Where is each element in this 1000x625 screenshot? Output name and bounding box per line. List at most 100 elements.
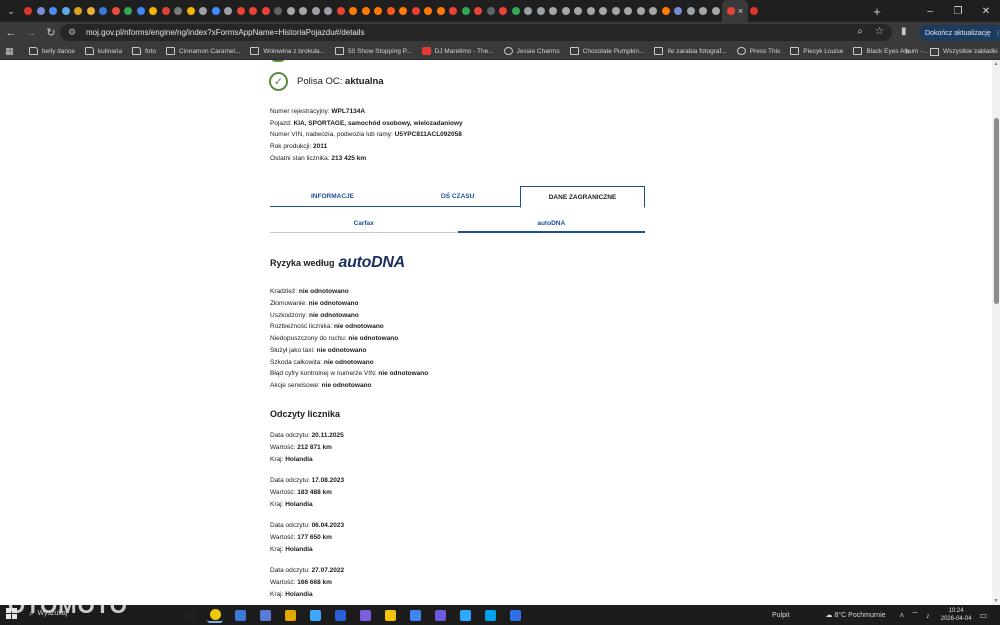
volume-icon[interactable]: ♪ (926, 611, 930, 620)
browser-tab[interactable] (47, 0, 60, 22)
tab-close-icon[interactable]: × (738, 6, 743, 16)
bookmark-item[interactable]: Black Eyes Album -... (853, 43, 928, 60)
browser-tab[interactable] (685, 0, 698, 22)
browser-tab[interactable] (460, 0, 473, 22)
extensions-icon[interactable]: ▮ (901, 26, 907, 37)
update-button[interactable]: Dokończ aktualizację ⋮ (919, 25, 1000, 41)
browser-tab[interactable] (172, 0, 185, 22)
browser-tab[interactable] (210, 0, 223, 22)
new-tab-button[interactable]: + (868, 4, 886, 19)
address-bar[interactable]: ⚙ moj.gov.pl/nforms/engine/ng/index?xFor… (60, 24, 892, 41)
browser-tab[interactable] (335, 0, 348, 22)
tab-informacje[interactable]: INFORMACJE (270, 186, 395, 207)
bookmark-item[interactable]: Ile zarabia fotograf... (654, 43, 727, 60)
taskbar-search[interactable]: ⌕ Wyszukaj (29, 609, 67, 619)
weather-widget[interactable]: ☁ 8°C Pochmurnie (826, 611, 886, 619)
browser-tab[interactable] (710, 0, 723, 22)
browser-tab[interactable] (435, 0, 448, 22)
browser-tab[interactable] (35, 0, 48, 22)
bookmark-item[interactable]: 50 Show Stopping P... (335, 43, 412, 60)
subtab-autodna[interactable]: autoDNA (457, 215, 645, 233)
browser-tab[interactable] (485, 0, 498, 22)
bookmark-star-icon[interactable]: ☆ (875, 26, 884, 37)
browser-tab[interactable] (347, 0, 360, 22)
browser-tab[interactable] (522, 0, 535, 22)
browser-tab[interactable] (585, 0, 598, 22)
bookmark-item[interactable]: foto (132, 43, 156, 60)
address-url[interactable]: moj.gov.pl/nforms/engine/ng/index?xForms… (86, 28, 364, 37)
browser-tab[interactable] (122, 0, 135, 22)
all-bookmarks-button[interactable]: Wszystkie zakładki (930, 43, 998, 60)
browser-tab[interactable] (22, 0, 35, 22)
close-window-button[interactable]: ✕ (972, 6, 1000, 17)
desktop-label[interactable]: Pulpit (772, 612, 790, 619)
browser-tab[interactable] (748, 0, 761, 22)
browser-tab[interactable] (672, 0, 685, 22)
browser-tab[interactable] (610, 0, 623, 22)
bookmark-item[interactable]: Wołowina z brokuła... (250, 43, 325, 60)
bookmarks-overflow-button[interactable]: » (905, 46, 910, 56)
maximize-button[interactable]: ❐ (944, 6, 972, 17)
browser-tab[interactable] (422, 0, 435, 22)
browser-tab[interactable] (372, 0, 385, 22)
browser-tab[interactable] (310, 0, 323, 22)
browser-tab[interactable] (622, 0, 635, 22)
browser-tab[interactable] (560, 0, 573, 22)
bookmark-item[interactable]: Piecyk Louise (790, 43, 843, 60)
browser-tab[interactable] (572, 0, 585, 22)
minimize-button[interactable]: – (916, 6, 944, 17)
browser-tab[interactable] (260, 0, 273, 22)
more-menu-icon[interactable]: ⋮ (995, 29, 1000, 37)
browser-tab[interactable] (197, 0, 210, 22)
taskbar-app-icon[interactable] (407, 607, 423, 623)
taskbar-app-icon[interactable] (207, 607, 223, 623)
notifications-icon[interactable]: ▭ (979, 611, 987, 620)
taskbar-app-icon[interactable] (357, 607, 373, 623)
browser-tab[interactable] (247, 0, 260, 22)
taskbar-app-icon[interactable] (332, 607, 348, 623)
taskbar-app-icon[interactable] (382, 607, 398, 623)
taskbar-app-icon[interactable] (482, 607, 498, 623)
taskbar-app-icon[interactable] (432, 607, 448, 623)
browser-tab[interactable] (547, 0, 560, 22)
browser-tab[interactable] (497, 0, 510, 22)
browser-tab[interactable] (510, 0, 523, 22)
browser-tab[interactable] (447, 0, 460, 22)
browser-tab[interactable] (297, 0, 310, 22)
network-icon[interactable]: ⌔ (911, 610, 919, 620)
taskbar-app-icon[interactable] (232, 607, 248, 623)
browser-tab[interactable] (385, 0, 398, 22)
tray-chevron-icon[interactable]: ˄ (900, 611, 905, 620)
browser-tab[interactable] (410, 0, 423, 22)
tab-active[interactable]: × (722, 0, 748, 22)
browser-tab[interactable] (285, 0, 298, 22)
tab-search-button[interactable]: ⌄ (2, 2, 20, 20)
browser-tab[interactable] (72, 0, 85, 22)
browser-tab[interactable] (235, 0, 248, 22)
browser-tab[interactable] (185, 0, 198, 22)
bookmark-item[interactable]: Chocolate Pumpkin... (569, 43, 644, 60)
tab-os-czasu[interactable]: OŚ CZASU (395, 186, 520, 207)
apps-grid-icon[interactable]: ▦ (5, 46, 19, 57)
bookmark-item[interactable]: kulinaria (84, 43, 122, 60)
browser-tab[interactable] (647, 0, 660, 22)
start-button[interactable] (6, 608, 17, 619)
page-scrollbar[interactable]: ▲ ▼ (992, 60, 1000, 605)
browser-tab[interactable] (110, 0, 123, 22)
tab-dane-zagraniczne[interactable]: DANE ZAGRANICZNE (520, 186, 645, 208)
subtab-carfax[interactable]: Carfax (270, 215, 458, 233)
scroll-up-icon[interactable]: ▲ (993, 61, 999, 67)
browser-tab[interactable] (360, 0, 373, 22)
search-icon[interactable]: ⌕ (857, 26, 863, 37)
taskbar-app-icon[interactable] (507, 607, 523, 623)
browser-tab[interactable] (697, 0, 710, 22)
browser-tab[interactable] (397, 0, 410, 22)
bookmark-item[interactable]: belly dance (29, 43, 75, 60)
browser-tab[interactable] (60, 0, 73, 22)
browser-tab[interactable] (635, 0, 648, 22)
bookmark-item[interactable]: Cinnamon Caramel... (165, 43, 240, 60)
browser-tab[interactable] (135, 0, 148, 22)
taskbar-app-icon[interactable] (282, 607, 298, 623)
browser-tab[interactable] (272, 0, 285, 22)
browser-tab[interactable] (160, 0, 173, 22)
